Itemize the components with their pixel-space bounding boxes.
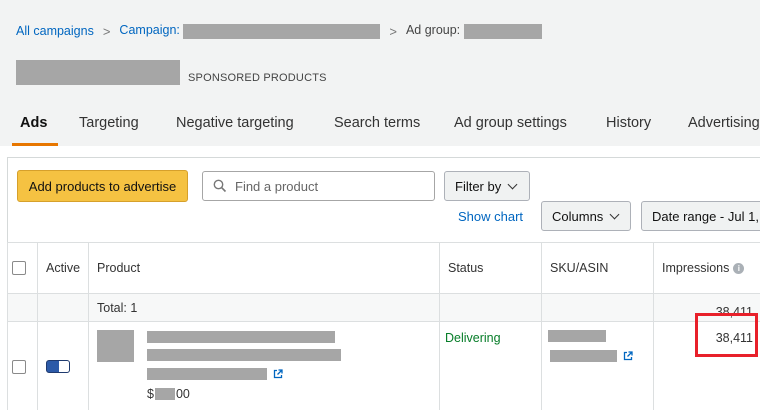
- table-total-row: Total: 1 38,411: [7, 293, 760, 322]
- date-range-button[interactable]: Date range - Jul 1,: [641, 201, 760, 231]
- column-header-status[interactable]: Status: [439, 242, 542, 294]
- external-link-icon[interactable]: [623, 351, 634, 361]
- search-input[interactable]: [235, 178, 430, 194]
- tab-history[interactable]: History: [606, 115, 651, 131]
- redacted-asin: [550, 349, 617, 362]
- chevron-down-icon: [507, 179, 518, 189]
- filter-by-label: Filter by: [455, 178, 502, 194]
- search-icon: [213, 179, 227, 193]
- redacted-campaign-name: [183, 23, 381, 39]
- tab-search-terms[interactable]: Search terms: [334, 115, 420, 131]
- table-header-row: Active Product Status SKU/ASIN Impressio…: [7, 242, 760, 294]
- breadcrumb-campaign[interactable]: Campaign:: [119, 23, 381, 39]
- tab-ads[interactable]: Ads: [20, 115, 47, 131]
- tab-targeting[interactable]: Targeting: [79, 115, 139, 131]
- tab-bar: Ads Targeting Negative targeting Search …: [0, 110, 760, 146]
- redacted-product-image: [97, 329, 134, 362]
- breadcrumb-ad-group-label: Ad group:: [405, 23, 461, 38]
- external-link-icon[interactable]: [273, 369, 284, 379]
- sku-asin-cell: [541, 321, 654, 410]
- product-price: $00: [147, 387, 190, 401]
- date-range-label: Date range - Jul 1,: [652, 208, 759, 224]
- table-row: $00 Delivering 38,411: [7, 321, 760, 410]
- add-products-button[interactable]: Add products to advertise: [17, 170, 188, 202]
- column-header-sku-asin[interactable]: SKU/ASIN: [541, 242, 654, 294]
- asin-link-line[interactable]: [550, 348, 634, 362]
- active-tab-indicator: [12, 143, 58, 146]
- active-toggle[interactable]: [46, 360, 70, 373]
- row-checkbox[interactable]: [12, 359, 26, 374]
- page-header: All campaigns > Campaign: > Ad group: SP…: [0, 0, 760, 146]
- redacted-product-name[interactable]: [147, 348, 341, 361]
- product-search[interactable]: [202, 171, 435, 201]
- columns-button[interactable]: Columns: [541, 201, 631, 231]
- product-link-line[interactable]: [147, 367, 284, 381]
- column-header-product[interactable]: Product: [88, 242, 440, 294]
- breadcrumb-all-campaigns[interactable]: All campaigns: [16, 24, 94, 38]
- select-all-checkbox[interactable]: [12, 261, 26, 275]
- redacted-ad-group-name: [463, 23, 542, 39]
- breadcrumb-ad-group: Ad group:: [405, 23, 542, 39]
- redacted-product-name[interactable]: [147, 330, 335, 343]
- price-suffix: 00: [175, 386, 190, 401]
- tab-ad-group-settings[interactable]: Ad group settings: [454, 115, 567, 131]
- filter-by-button[interactable]: Filter by: [444, 171, 530, 201]
- price-prefix: $: [147, 386, 154, 401]
- product-cell: $00: [88, 321, 440, 410]
- column-header-impressions[interactable]: Impressions i: [653, 242, 760, 294]
- breadcrumb: All campaigns > Campaign: > Ad group:: [16, 22, 542, 40]
- breadcrumb-separator: >: [102, 23, 111, 39]
- ad-type-label: SPONSORED PRODUCTS: [188, 72, 327, 84]
- redacted-sku: [548, 330, 606, 342]
- page-title: SPONSORED PRODUCTS: [16, 60, 327, 85]
- chevron-down-icon: [609, 209, 620, 219]
- impressions-highlight-box: [695, 313, 758, 357]
- tab-negative-targeting[interactable]: Negative targeting: [176, 115, 294, 131]
- redacted-price: [154, 388, 175, 401]
- ads-table: Active Product Status SKU/ASIN Impressio…: [7, 242, 760, 410]
- impressions-label: Impressions: [662, 261, 730, 275]
- total-label: Total: 1: [88, 293, 440, 322]
- show-chart-link[interactable]: Show chart: [458, 209, 523, 224]
- status-badge: Delivering: [445, 331, 501, 345]
- info-icon[interactable]: i: [733, 263, 745, 275]
- redacted-product-name: [147, 368, 267, 381]
- column-header-active[interactable]: Active: [37, 242, 89, 294]
- status-cell: Delivering: [439, 321, 542, 410]
- tab-advertising[interactable]: Advertising: [688, 115, 760, 131]
- breadcrumb-separator: >: [389, 23, 397, 39]
- redacted-ad-group-title: [16, 60, 180, 85]
- breadcrumb-campaign-label: Campaign:: [119, 23, 180, 38]
- columns-label: Columns: [552, 208, 604, 224]
